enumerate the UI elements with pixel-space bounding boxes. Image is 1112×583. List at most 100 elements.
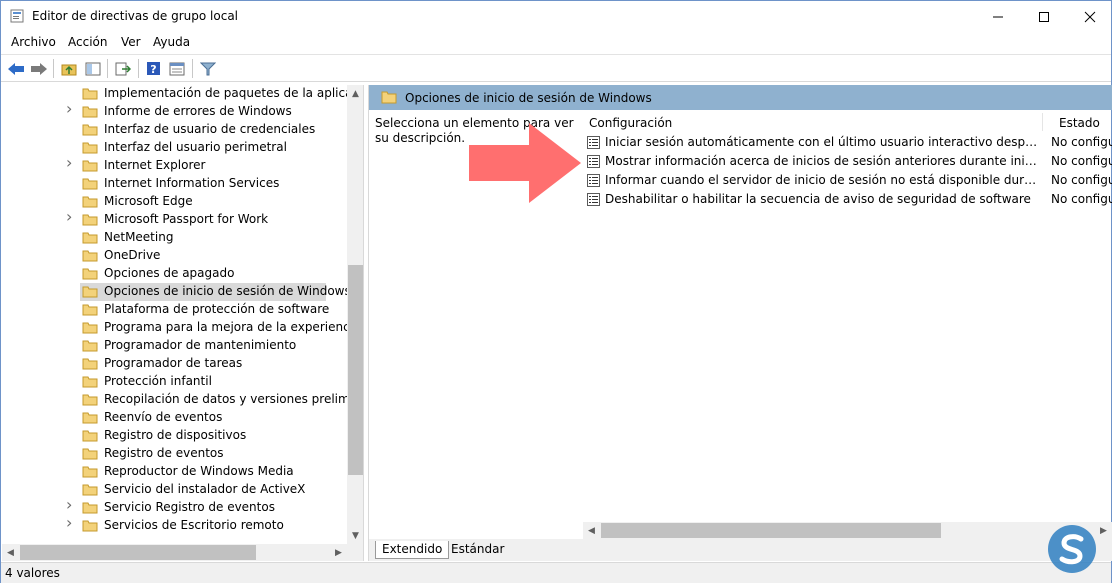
tree-item[interactable]: › Internet Explorer <box>2 155 347 175</box>
properties-icon <box>169 62 184 75</box>
folder-icon <box>82 358 98 370</box>
tree-item[interactable]: Registro de eventos <box>2 445 347 463</box>
tree-item-label: Programador de mantenimiento <box>104 338 297 352</box>
setting-state: No configu <box>1051 173 1112 187</box>
tree-item-label: Interfaz del usuario perimetral <box>104 140 287 154</box>
menu-bar: Archivo Acción Ver Ayuda <box>1 32 1111 54</box>
toolbar: ? <box>1 54 1111 82</box>
folder-icon <box>82 304 98 316</box>
policy-setting-icon <box>587 155 600 168</box>
tree-item[interactable]: Programa para la mejora de la experienci… <box>2 319 363 337</box>
scrollbar-corner <box>347 544 363 561</box>
folder-icon <box>82 286 98 298</box>
tree-item[interactable]: Interfaz de usuario de credenciales <box>2 121 347 139</box>
tree-pane[interactable]: Implementación de paquetes de la aplicac… <box>2 85 364 561</box>
folder-icon <box>82 250 98 262</box>
export-list-button[interactable] <box>112 58 133 79</box>
folder-icon <box>82 394 98 406</box>
folder-icon <box>82 430 98 442</box>
minimize-button[interactable] <box>975 1 1021 32</box>
filter-button[interactable] <box>197 58 218 79</box>
tree-item[interactable]: Internet Information Services <box>2 175 347 193</box>
back-button[interactable] <box>5 58 26 79</box>
expand-chevron-icon[interactable]: › <box>66 155 76 171</box>
expand-chevron-icon[interactable]: › <box>66 497 76 513</box>
folder-icon <box>82 412 98 424</box>
setting-row[interactable]: Mostrar información acerca de inicios de… <box>583 152 1112 171</box>
setting-row[interactable]: Iniciar sesión automáticamente con el úl… <box>583 133 1112 152</box>
tree-item[interactable]: Reenvío de eventos <box>2 409 347 427</box>
menu-ayuda[interactable]: Ayuda <box>153 35 190 49</box>
scroll-down-arrow-icon[interactable]: ▼ <box>347 527 363 544</box>
scroll-right-arrow-icon[interactable]: ▶ <box>330 544 347 561</box>
view-tabs: Extendido Estándar <box>369 539 1112 561</box>
tree-item[interactable]: Protección infantil <box>2 373 347 391</box>
tree-item-label: Servicios de Escritorio remoto <box>104 518 284 532</box>
scrollbar-thumb[interactable] <box>601 523 941 538</box>
column-header-state[interactable]: Estado <box>1059 116 1100 130</box>
tree-item-label: Protección infantil <box>104 374 212 388</box>
export-list-icon <box>115 62 131 75</box>
setting-row[interactable]: Deshabilitar o habilitar la secuencia de… <box>583 190 1112 209</box>
tree-item[interactable]: Implementación de paquetes de la aplicac… <box>2 85 363 103</box>
tree-item[interactable]: Programador de tareas <box>2 355 347 373</box>
policy-setting-icon <box>587 193 600 206</box>
tree-item-label: Programa para la mejora de la experienci… <box>104 320 364 334</box>
help-button[interactable]: ? <box>143 58 164 79</box>
expand-chevron-icon[interactable]: › <box>66 209 76 225</box>
menu-archivo[interactable]: Archivo <box>11 35 56 49</box>
menu-accion[interactable]: Acción <box>68 35 107 49</box>
title-bar[interactable]: Editor de directivas de grupo local <box>1 1 1111 32</box>
up-folder-button[interactable] <box>58 58 79 79</box>
tree-item-label: Microsoft Edge <box>104 194 193 208</box>
tree-item[interactable]: Programador de mantenimiento <box>2 337 347 355</box>
expand-chevron-icon[interactable]: › <box>66 101 76 117</box>
status-bar: 4 valores <box>1 562 1111 583</box>
up-folder-icon <box>61 64 76 75</box>
scrollbar-thumb[interactable] <box>348 265 363 475</box>
forward-button[interactable] <box>28 58 49 79</box>
tab-extendido[interactable]: Extendido <box>375 541 450 559</box>
tree-item[interactable]: Plataforma de protección de software <box>2 301 347 319</box>
toolbar-separator <box>53 59 54 78</box>
tree-item[interactable]: Microsoft Edge <box>2 193 347 211</box>
column-header-setting[interactable]: Configuración <box>589 116 672 130</box>
tree-item[interactable]: OneDrive <box>2 247 347 265</box>
tree-item[interactable]: Registro de dispositivos <box>2 427 347 445</box>
show-hide-tree-button[interactable] <box>82 58 103 79</box>
setting-name: Deshabilitar o habilitar la secuencia de… <box>605 192 1031 206</box>
column-separator[interactable] <box>1042 113 1043 131</box>
expand-chevron-icon[interactable]: › <box>66 515 76 531</box>
tree-item-label: Informe de errores de Windows <box>104 104 292 118</box>
maximize-button[interactable] <box>1021 1 1067 32</box>
menu-ver[interactable]: Ver <box>121 35 141 49</box>
tree-item[interactable]: › Servicio Registro de eventos <box>2 497 347 517</box>
scroll-left-arrow-icon[interactable]: ◀ <box>2 544 19 561</box>
setting-row[interactable]: Informar cuando el servidor de inicio de… <box>583 171 1112 190</box>
tab-estandar[interactable]: Estándar <box>445 541 510 559</box>
details-header: Opciones de inicio de sesión de Windows <box>369 85 1112 110</box>
tree-item[interactable]: NetMeeting <box>2 229 347 247</box>
scroll-left-arrow-icon[interactable]: ◀ <box>583 522 600 539</box>
tree-vertical-scrollbar[interactable]: ▲ ▼ <box>347 85 363 544</box>
tree-item[interactable]: › Informe de errores de Windows <box>2 101 347 121</box>
setting-state: No configu <box>1051 135 1112 149</box>
tree-item[interactable]: Opciones de inicio de sesión de Windows <box>2 283 351 301</box>
tree-item[interactable]: Opciones de apagado <box>2 265 347 283</box>
scrollbar-thumb[interactable] <box>20 545 256 560</box>
tree-item[interactable]: › Servicios de Escritorio remoto <box>2 515 347 535</box>
tree-item[interactable]: Servicio del instalador de ActiveX <box>2 481 347 499</box>
details-horizontal-scrollbar[interactable]: ◀ ▶ <box>583 522 1112 539</box>
folder-icon <box>82 232 98 244</box>
scroll-up-arrow-icon[interactable]: ▲ <box>347 85 363 102</box>
tree-item[interactable]: › Microsoft Passport for Work <box>2 209 347 229</box>
tree-item[interactable]: Interfaz del usuario perimetral <box>2 139 347 157</box>
tree-item[interactable]: Recopilación de datos y versiones prelim… <box>2 391 363 409</box>
tree-item[interactable]: Reproductor de Windows Media <box>2 463 347 481</box>
annotation-arrow-icon <box>469 123 581 203</box>
toolbar-separator <box>192 59 193 78</box>
properties-button[interactable] <box>166 58 187 79</box>
tree-horizontal-scrollbar[interactable]: ◀ ▶ <box>2 544 347 561</box>
folder-icon <box>82 268 98 280</box>
close-button[interactable] <box>1067 1 1112 32</box>
